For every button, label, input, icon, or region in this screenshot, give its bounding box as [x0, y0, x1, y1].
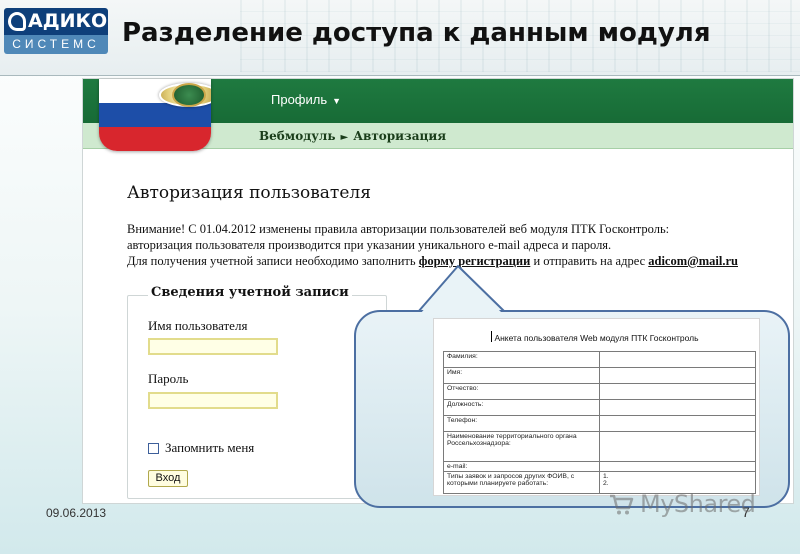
- form-preview-row: Имя:: [443, 367, 756, 384]
- form-preview-value: [599, 383, 756, 400]
- nav-profile-menu[interactable]: Профиль ▼: [271, 92, 341, 107]
- auth-notice: Внимание! С 01.04.2012 изменены правила …: [127, 221, 787, 269]
- russian-flag: [99, 79, 211, 151]
- page-title: Авторизация пользователя: [127, 183, 371, 203]
- username-input[interactable]: [148, 338, 278, 355]
- watermark: MyShared: [608, 490, 756, 518]
- breadcrumb-item-webmodule[interactable]: Вебмодуль: [259, 129, 336, 143]
- emblem-shield-icon: [172, 83, 206, 107]
- form-preview-table: Фамилия: Имя: Отчество: Должность: Телефон: Н…: [443, 351, 756, 494]
- emblem-icon: [159, 83, 211, 107]
- form-preview-value: [599, 367, 756, 384]
- fieldset-legend: Сведения учетной записи: [148, 285, 352, 300]
- cart-icon: [610, 494, 634, 515]
- caret-down-icon: ▼: [332, 96, 342, 106]
- form-preview-row: Фамилия:: [443, 351, 756, 368]
- registration-form-preview: Анкета пользователя Web модуля ПТК Госко…: [433, 318, 760, 496]
- login-button[interactable]: Вход: [148, 470, 188, 487]
- watermark-text: MyShared: [640, 490, 756, 518]
- remember-me-checkbox[interactable]: [148, 442, 159, 454]
- breadcrumb-arrow-icon: ►: [340, 132, 349, 143]
- login-fieldset: Сведения учетной записи Имя пользователя…: [127, 285, 387, 499]
- form-preview-value: [599, 431, 756, 462]
- form-preview-row: e-mail:: [443, 461, 756, 472]
- password-input[interactable]: [148, 392, 278, 409]
- slide-title: Разделение доступа к данным модуля: [122, 18, 711, 48]
- slide-header: АДИКОМ СИСТЕМС Разделение доступа к данн…: [0, 0, 800, 76]
- form-preview-label: Имя:: [443, 367, 600, 384]
- form-preview-title: Анкета пользователя Web модуля ПТК Госко…: [494, 333, 699, 343]
- form-preview-label: Телефон:: [443, 415, 600, 432]
- form-preview-row: Телефон:: [443, 415, 756, 432]
- logo-top-text: АДИКОМ: [28, 10, 108, 32]
- form-preview-label: Фамилия:: [443, 351, 600, 368]
- notice-line-3-prefix: Для получения учетной записи необходимо …: [127, 254, 419, 268]
- logo-mark-icon: [8, 12, 26, 31]
- form-preview-label: Должность:: [443, 399, 600, 416]
- registration-form-link[interactable]: форму регистрации: [419, 254, 531, 268]
- email-link[interactable]: adicom@mail.ru: [648, 254, 738, 268]
- form-preview-label: Отчество:: [443, 383, 600, 400]
- form-preview-value: [599, 399, 756, 416]
- notice-line-2: авторизация пользователя производится пр…: [127, 238, 612, 252]
- form-preview-label: e-mail:: [443, 461, 600, 472]
- form-preview-label: Типы заявок и запросов других ФОИВ, с ко…: [443, 471, 600, 494]
- form-preview-row: Отчество:: [443, 383, 756, 400]
- notice-line-1: Внимание! С 01.04.2012 изменены правила …: [127, 222, 670, 236]
- footer-date: 09.06.2013: [46, 506, 107, 520]
- form-preview-label: Наименование территориального органа Рос…: [443, 431, 600, 462]
- form-preview-value: [599, 461, 756, 472]
- remember-me-row[interactable]: Запомнить меня: [148, 440, 254, 456]
- breadcrumb-item-auth: Авторизация: [353, 129, 447, 143]
- company-logo: АДИКОМ СИСТЕМС: [4, 8, 108, 54]
- form-preview-value: [599, 415, 756, 432]
- username-label: Имя пользователя: [148, 318, 248, 333]
- nav-profile-label: Профиль: [271, 92, 328, 107]
- form-preview-row: Должность:: [443, 399, 756, 416]
- form-preview-value: [599, 351, 756, 368]
- notice-line-3-middle: и отправить на адрес: [530, 254, 649, 268]
- notice-line-3: Для получения учетной записи необходимо …: [127, 253, 787, 269]
- flag-stripe-red: [99, 127, 211, 151]
- logo-top: АДИКОМ: [4, 8, 108, 35]
- remember-me-label: Запомнить меня: [165, 440, 255, 455]
- password-label: Пароль: [148, 371, 189, 386]
- logo-bottom-text: СИСТЕМС: [4, 35, 108, 54]
- form-preview-row: Наименование территориального органа Рос…: [443, 431, 756, 462]
